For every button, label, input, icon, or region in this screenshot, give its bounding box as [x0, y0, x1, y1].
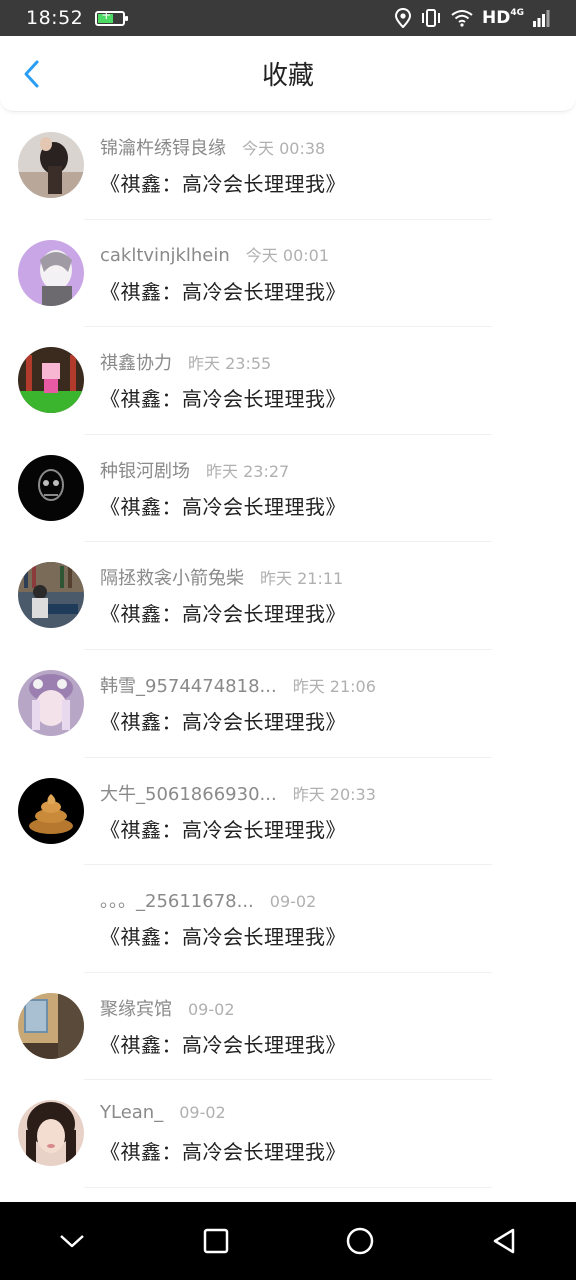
item-title[interactable]: 《祺鑫：高冷会长理理我》	[100, 168, 346, 197]
avatar-poop-emoji[interactable]	[18, 777, 84, 844]
time-stamp: 昨天 20:33	[292, 784, 376, 804]
name-row: 祺鑫协力 昨天 23:55	[100, 349, 271, 377]
time-stamp: 今天 00:38	[242, 139, 326, 158]
list-item[interactable]: 种银河剧场 昨天 23:27 《祺鑫：高冷会长理理我》	[0, 435, 576, 543]
name-row: 种银河剧场 昨天 23:27	[100, 457, 289, 485]
status-right: HD4G	[394, 8, 550, 28]
nav-recent-icon	[203, 1228, 229, 1254]
user-name[interactable]: 韩雪_9574474818...	[100, 672, 277, 698]
location-icon	[394, 8, 412, 28]
wifi-icon	[450, 9, 474, 27]
time-stamp: 09-02	[179, 1103, 226, 1123]
list-item[interactable]: 大牛_5061866930... 昨天 20:33 《祺鑫：高冷会长理理我》	[0, 758, 576, 866]
avatar-photo-woman[interactable]	[18, 132, 84, 198]
list-item[interactable]: cakltvinjklhein 今天 00:01 《祺鑫：高冷会长理理我》	[0, 220, 576, 328]
item-title[interactable]: 《祺鑫：高冷会长理理我》	[100, 276, 346, 305]
vibrate-icon	[420, 8, 442, 28]
list-item[interactable]: YLean_ 09-02 《祺鑫：高冷会长理理我》	[0, 1080, 576, 1188]
nav-recent-button[interactable]	[186, 1211, 246, 1271]
list-item[interactable]: 隔拯救衾小箭兔柴 昨天 21:11 《祺鑫：高冷会长理理我》	[0, 542, 576, 650]
avatar-library-photo[interactable]	[18, 562, 84, 629]
time-stamp: 昨天 23:27	[206, 461, 290, 481]
nav-home-button[interactable]	[330, 1211, 390, 1271]
network-type: HD4G	[482, 8, 524, 28]
name-row: 锦瀹杵绣锝良缘 今天 00:38	[100, 134, 325, 162]
item-title[interactable]: 《祺鑫：高冷会长理理我》	[100, 383, 346, 412]
time-stamp: 09-02	[269, 892, 317, 912]
item-title[interactable]: 《祺鑫：高冷会长理理我》	[100, 1136, 346, 1165]
status-bar: 18:52 HD4G	[0, 0, 576, 36]
user-name[interactable]: 锦瀹杵绣锝良缘	[100, 134, 226, 160]
time-stamp: 09-02	[188, 999, 235, 1019]
battery-charging-icon	[95, 8, 129, 26]
list-item[interactable]: 祺鑫协力 昨天 23:55 《祺鑫：高冷会长理理我》	[0, 327, 576, 435]
nav-down-button[interactable]	[42, 1211, 102, 1271]
time-stamp: 昨天 23:55	[188, 354, 272, 374]
avatar-blank[interactable]	[18, 885, 84, 952]
status-left: 18:52	[26, 7, 129, 29]
item-title[interactable]: 《祺鑫：高冷会长理理我》	[100, 921, 346, 950]
user-name[interactable]: cakltvinjklhein	[100, 245, 230, 266]
user-name[interactable]: 祺鑫协力	[100, 349, 172, 375]
item-title[interactable]: 《祺鑫：高冷会长理理我》	[100, 598, 346, 627]
item-title[interactable]: 《祺鑫：高冷会长理理我》	[100, 814, 346, 843]
avatar-dark-skull[interactable]	[18, 454, 84, 521]
name-row: 。。。_25611678... 09-02	[100, 887, 316, 915]
nav-down-icon	[60, 1235, 84, 1248]
name-row: cakltvinjklhein 今天 00:01	[100, 242, 329, 270]
avatar-anime-purple[interactable]	[18, 239, 84, 306]
time-stamp: 昨天 21:11	[260, 569, 344, 589]
signal-icon	[532, 9, 550, 27]
nav-back-button[interactable]	[474, 1211, 534, 1271]
favorites-list: 锦瀹杵绣锝良缘 今天 00:38 《祺鑫：高冷会长理理我》 cakltvinjk…	[0, 112, 576, 1188]
nav-back-icon	[493, 1228, 515, 1254]
list-item[interactable]: 。。。_25611678... 09-02 《祺鑫：高冷会长理理我》	[0, 865, 576, 973]
page-title: 收藏	[261, 61, 314, 91]
chevron-left-icon	[24, 60, 39, 88]
name-row: 聚缘宾馆 09-02	[100, 995, 235, 1023]
item-title[interactable]: 《祺鑫：高冷会长理理我》	[100, 1029, 346, 1058]
list-item[interactable]: 韩雪_9574474818... 昨天 21:06 《祺鑫：高冷会长理理我》	[0, 650, 576, 758]
user-name[interactable]: 大牛_5061866930...	[100, 780, 277, 806]
user-name[interactable]: 。。。_25611678...	[100, 887, 254, 913]
status-time: 18:52	[26, 7, 84, 29]
item-title[interactable]: 《祺鑫：高冷会长理理我》	[100, 706, 346, 735]
user-name[interactable]: YLean_	[100, 1102, 163, 1123]
navigation-bar	[0, 1202, 576, 1280]
back-button[interactable]	[16, 56, 48, 92]
name-row: 大牛_5061866930... 昨天 20:33	[100, 780, 376, 808]
name-row: YLean_ 09-02	[100, 1102, 226, 1130]
item-title[interactable]: 《祺鑫：高冷会长理理我》	[100, 491, 346, 520]
avatar-room-photo[interactable]	[18, 992, 84, 1059]
user-name[interactable]: 聚缘宾馆	[100, 995, 172, 1021]
avatar-anime-girl[interactable]	[18, 669, 84, 736]
name-row: 韩雪_9574474818... 昨天 21:06	[100, 672, 376, 700]
time-stamp: 今天 00:01	[245, 245, 329, 265]
list-item[interactable]: 聚缘宾馆 09-02 《祺鑫：高冷会长理理我》	[0, 973, 576, 1081]
divider	[84, 1186, 492, 1188]
user-name[interactable]: 隔拯救衾小箭兔柴	[100, 564, 244, 590]
avatar-pixel-character[interactable]	[18, 347, 84, 414]
nav-home-icon	[346, 1227, 374, 1255]
time-stamp: 昨天 21:06	[292, 676, 376, 696]
list-item[interactable]: 锦瀹杵绣锝良缘 今天 00:38 《祺鑫：高冷会长理理我》	[0, 112, 576, 220]
avatar-girl-selfie[interactable]	[18, 1100, 84, 1167]
name-row: 隔拯救衾小箭兔柴 昨天 21:11	[100, 564, 343, 592]
user-name[interactable]: 种银河剧场	[100, 457, 190, 483]
header-bar: 收藏	[0, 36, 576, 112]
